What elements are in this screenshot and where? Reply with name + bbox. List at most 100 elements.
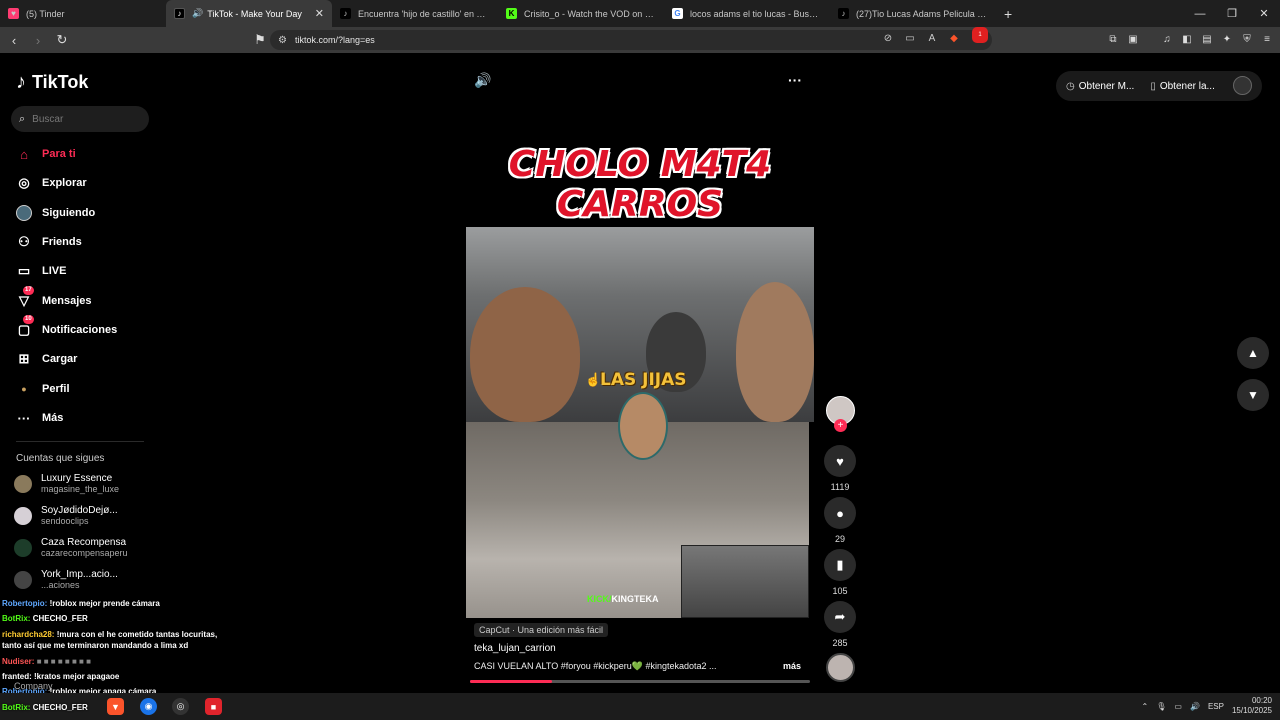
tab-label: (27)Tio Lucas Adams Pelicula | TikTok <box>856 8 988 19</box>
obs-taskbar-icon[interactable]: ◎ <box>172 698 189 715</box>
desktop-app-icon: ◷ <box>1066 80 1075 92</box>
tab-label: locos adams el tio lucas - Buscar con <box>690 8 822 19</box>
site-settings-icon[interactable]: ⚙ <box>278 35 287 46</box>
nav-para-ti[interactable]: ⌂ Para ti <box>16 144 76 164</box>
following-account[interactable]: Caza Recompensa cazarecompensaperu <box>14 537 128 558</box>
brave-taskbar-icon[interactable]: ▼ <box>107 698 124 715</box>
more-button[interactable]: más <box>783 661 801 671</box>
nav-mensajes[interactable]: ▽ 17 Mensajes <box>16 286 92 311</box>
browser-nav-bar: ‹ › ↻ ⚑ ⚙ tiktok.com/?lang=es ⊘ ▭ A ◆ ▲1… <box>0 27 1280 53</box>
sidebar-toggle-icon[interactable]: ◧ <box>1180 31 1194 47</box>
sticker-face <box>618 392 668 460</box>
video-author[interactable]: teka_lujan_carrion <box>474 643 556 654</box>
previous-video-button[interactable]: ▲ <box>1237 337 1269 369</box>
comment-icon[interactable]: ● <box>824 497 856 529</box>
reload-icon[interactable]: ↻ <box>52 30 72 50</box>
browser-tab[interactable]: ♪ Encuentra 'hijo de castillo' en TikTok <box>332 0 498 27</box>
extensions-icon[interactable]: ⧉ <box>1106 31 1120 47</box>
language-indicator[interactable]: ESP <box>1208 702 1224 711</box>
chat-user: Robertopio: <box>2 599 48 608</box>
account-handle: sendooclips <box>41 516 89 526</box>
new-tab-icon[interactable]: + <box>996 6 1020 22</box>
nav-siguiendo[interactable]: Siguiendo <box>16 203 95 223</box>
compass-icon: ◎ <box>18 175 30 190</box>
user-avatar[interactable] <box>1233 76 1252 95</box>
system-tray: ⌃ 🎙 ▭ 🔊 ESP 00:20 15/10/2025 <box>1142 696 1272 716</box>
brave-shield-icon[interactable]: ◆ <box>946 30 962 46</box>
nav-explorar[interactable]: ◎ Explorar <box>16 173 87 193</box>
heart-icon[interactable]: ♥ <box>824 445 856 477</box>
video-inset <box>681 545 809 618</box>
notifications-badge: 10 <box>23 315 34 324</box>
nav-cargar[interactable]: ⊞ Cargar <box>16 349 78 369</box>
get-mobile-app-button[interactable]: Obtener la... <box>1160 81 1215 92</box>
video-title-line: CHOLO M4T4 <box>508 144 772 185</box>
leo-ai-icon[interactable]: ✦ <box>1220 31 1234 47</box>
following-account[interactable]: York_Imp...acio... ...aciones <box>14 569 118 590</box>
following-account[interactable]: Luxury Essence magasine_the_luxe <box>14 473 119 494</box>
music-disc[interactable] <box>826 653 855 682</box>
close-tab-icon[interactable]: ✕ <box>315 7 324 20</box>
next-video-button[interactable]: ▼ <box>1237 379 1269 411</box>
following-avatar-icon <box>16 205 32 221</box>
like-action[interactable]: ♥ 1119 <box>824 445 856 492</box>
forward-icon[interactable]: › <box>28 30 48 50</box>
follow-plus-icon[interactable]: + <box>834 419 847 432</box>
translate-icon[interactable]: A <box>924 30 940 46</box>
search-icon: ⌕ <box>19 112 26 125</box>
browser-tab[interactable]: ♥ (5) Tinder <box>0 0 166 27</box>
tiktok-logo[interactable]: ♪ TikTok <box>16 71 88 94</box>
menu-icon[interactable]: ≡ <box>1260 31 1274 47</box>
tab-label: TikTok - Make Your Day <box>207 8 302 19</box>
video-progress-bar[interactable] <box>470 680 810 683</box>
share-action[interactable]: ➦ 285 <box>824 601 856 648</box>
media-icon[interactable]: ♫ <box>1160 31 1174 47</box>
following-section-title: Cuentas que sigues <box>16 453 105 464</box>
chrome-taskbar-icon[interactable]: ◉ <box>140 698 157 715</box>
no-tracking-icon[interactable]: ⊘ <box>880 30 896 46</box>
close-window-icon[interactable]: ✕ <box>1248 0 1280 27</box>
browser-toolbar-right: ⧉ ▣ ♫ ◧ ▤ ✦ ⛨ ≡ <box>1106 31 1274 47</box>
volume-tray-icon[interactable]: 🔊 <box>1190 702 1200 711</box>
comment-action[interactable]: ● 29 <box>824 497 856 544</box>
following-account[interactable]: SoyJødidoDejø... sendooclips <box>14 505 118 526</box>
cast-icon[interactable]: ▭ <box>902 30 918 46</box>
browser-tab[interactable]: ♪ (27)Tio Lucas Adams Pelicula | TikTok <box>830 0 996 27</box>
get-app-button[interactable]: Obtener M... <box>1079 81 1135 92</box>
clock-time: 00:20 <box>1251 696 1272 705</box>
nav-perfil[interactable]: ● Perfil <box>16 379 69 399</box>
bookmark-icon[interactable]: ▮ <box>824 549 856 581</box>
browser-tab[interactable]: G locos adams el tio lucas - Buscar con <box>664 0 830 27</box>
back-icon[interactable]: ‹ <box>4 30 24 50</box>
capcut-tag[interactable]: CapCut · Una edición más fácil <box>474 623 609 637</box>
restore-icon[interactable]: ❐ <box>1216 0 1248 27</box>
vpn-icon[interactable]: ⛨ <box>1240 31 1254 47</box>
speaker-icon[interactable]: 🔊 <box>192 8 203 19</box>
nav-notificaciones[interactable]: ▢ 10 Notificaciones <box>16 315 117 340</box>
save-action[interactable]: ▮ 105 <box>824 549 856 596</box>
volume-icon[interactable]: 🔊 <box>474 72 491 89</box>
more-options-icon[interactable]: ··· <box>788 72 802 88</box>
clock[interactable]: 00:20 15/10/2025 <box>1232 696 1272 716</box>
wallet-icon[interactable]: ▤ <box>1200 31 1214 47</box>
network-icon[interactable]: ▭ <box>1174 702 1182 711</box>
nav-label: Explorar <box>42 177 87 189</box>
nav-friends[interactable]: ⚇ Friends <box>16 232 82 252</box>
bookmark-icon[interactable]: ⚑ <box>250 30 270 50</box>
google-favicon-icon: G <box>672 8 683 19</box>
avatar <box>14 539 32 557</box>
minimize-icon[interactable]: — <box>1184 0 1216 27</box>
nav-live[interactable]: ▭ LIVE <box>16 261 67 281</box>
brave-rewards-icon[interactable]: ▲1 <box>968 27 988 46</box>
microphone-icon[interactable]: 🎙 <box>1156 702 1166 711</box>
hand-cursor-icon: ☝ <box>585 372 602 387</box>
app-taskbar-icon[interactable]: ■ <box>205 698 222 715</box>
browser-tab-active[interactable]: ♪ 🔊 TikTok - Make Your Day ✕ <box>166 0 332 27</box>
kick-prefix: KICK/ <box>587 594 612 604</box>
browser-tab[interactable]: K Crisito_o - Watch the VOD on Kick <box>498 0 664 27</box>
screenshot-icon[interactable]: ▣ <box>1126 31 1140 47</box>
search-input[interactable]: ⌕ Buscar <box>11 106 149 132</box>
nav-mas[interactable]: ··· Más <box>16 408 64 428</box>
share-icon[interactable]: ➦ <box>824 601 856 633</box>
chevron-up-icon[interactable]: ⌃ <box>1142 702 1149 711</box>
